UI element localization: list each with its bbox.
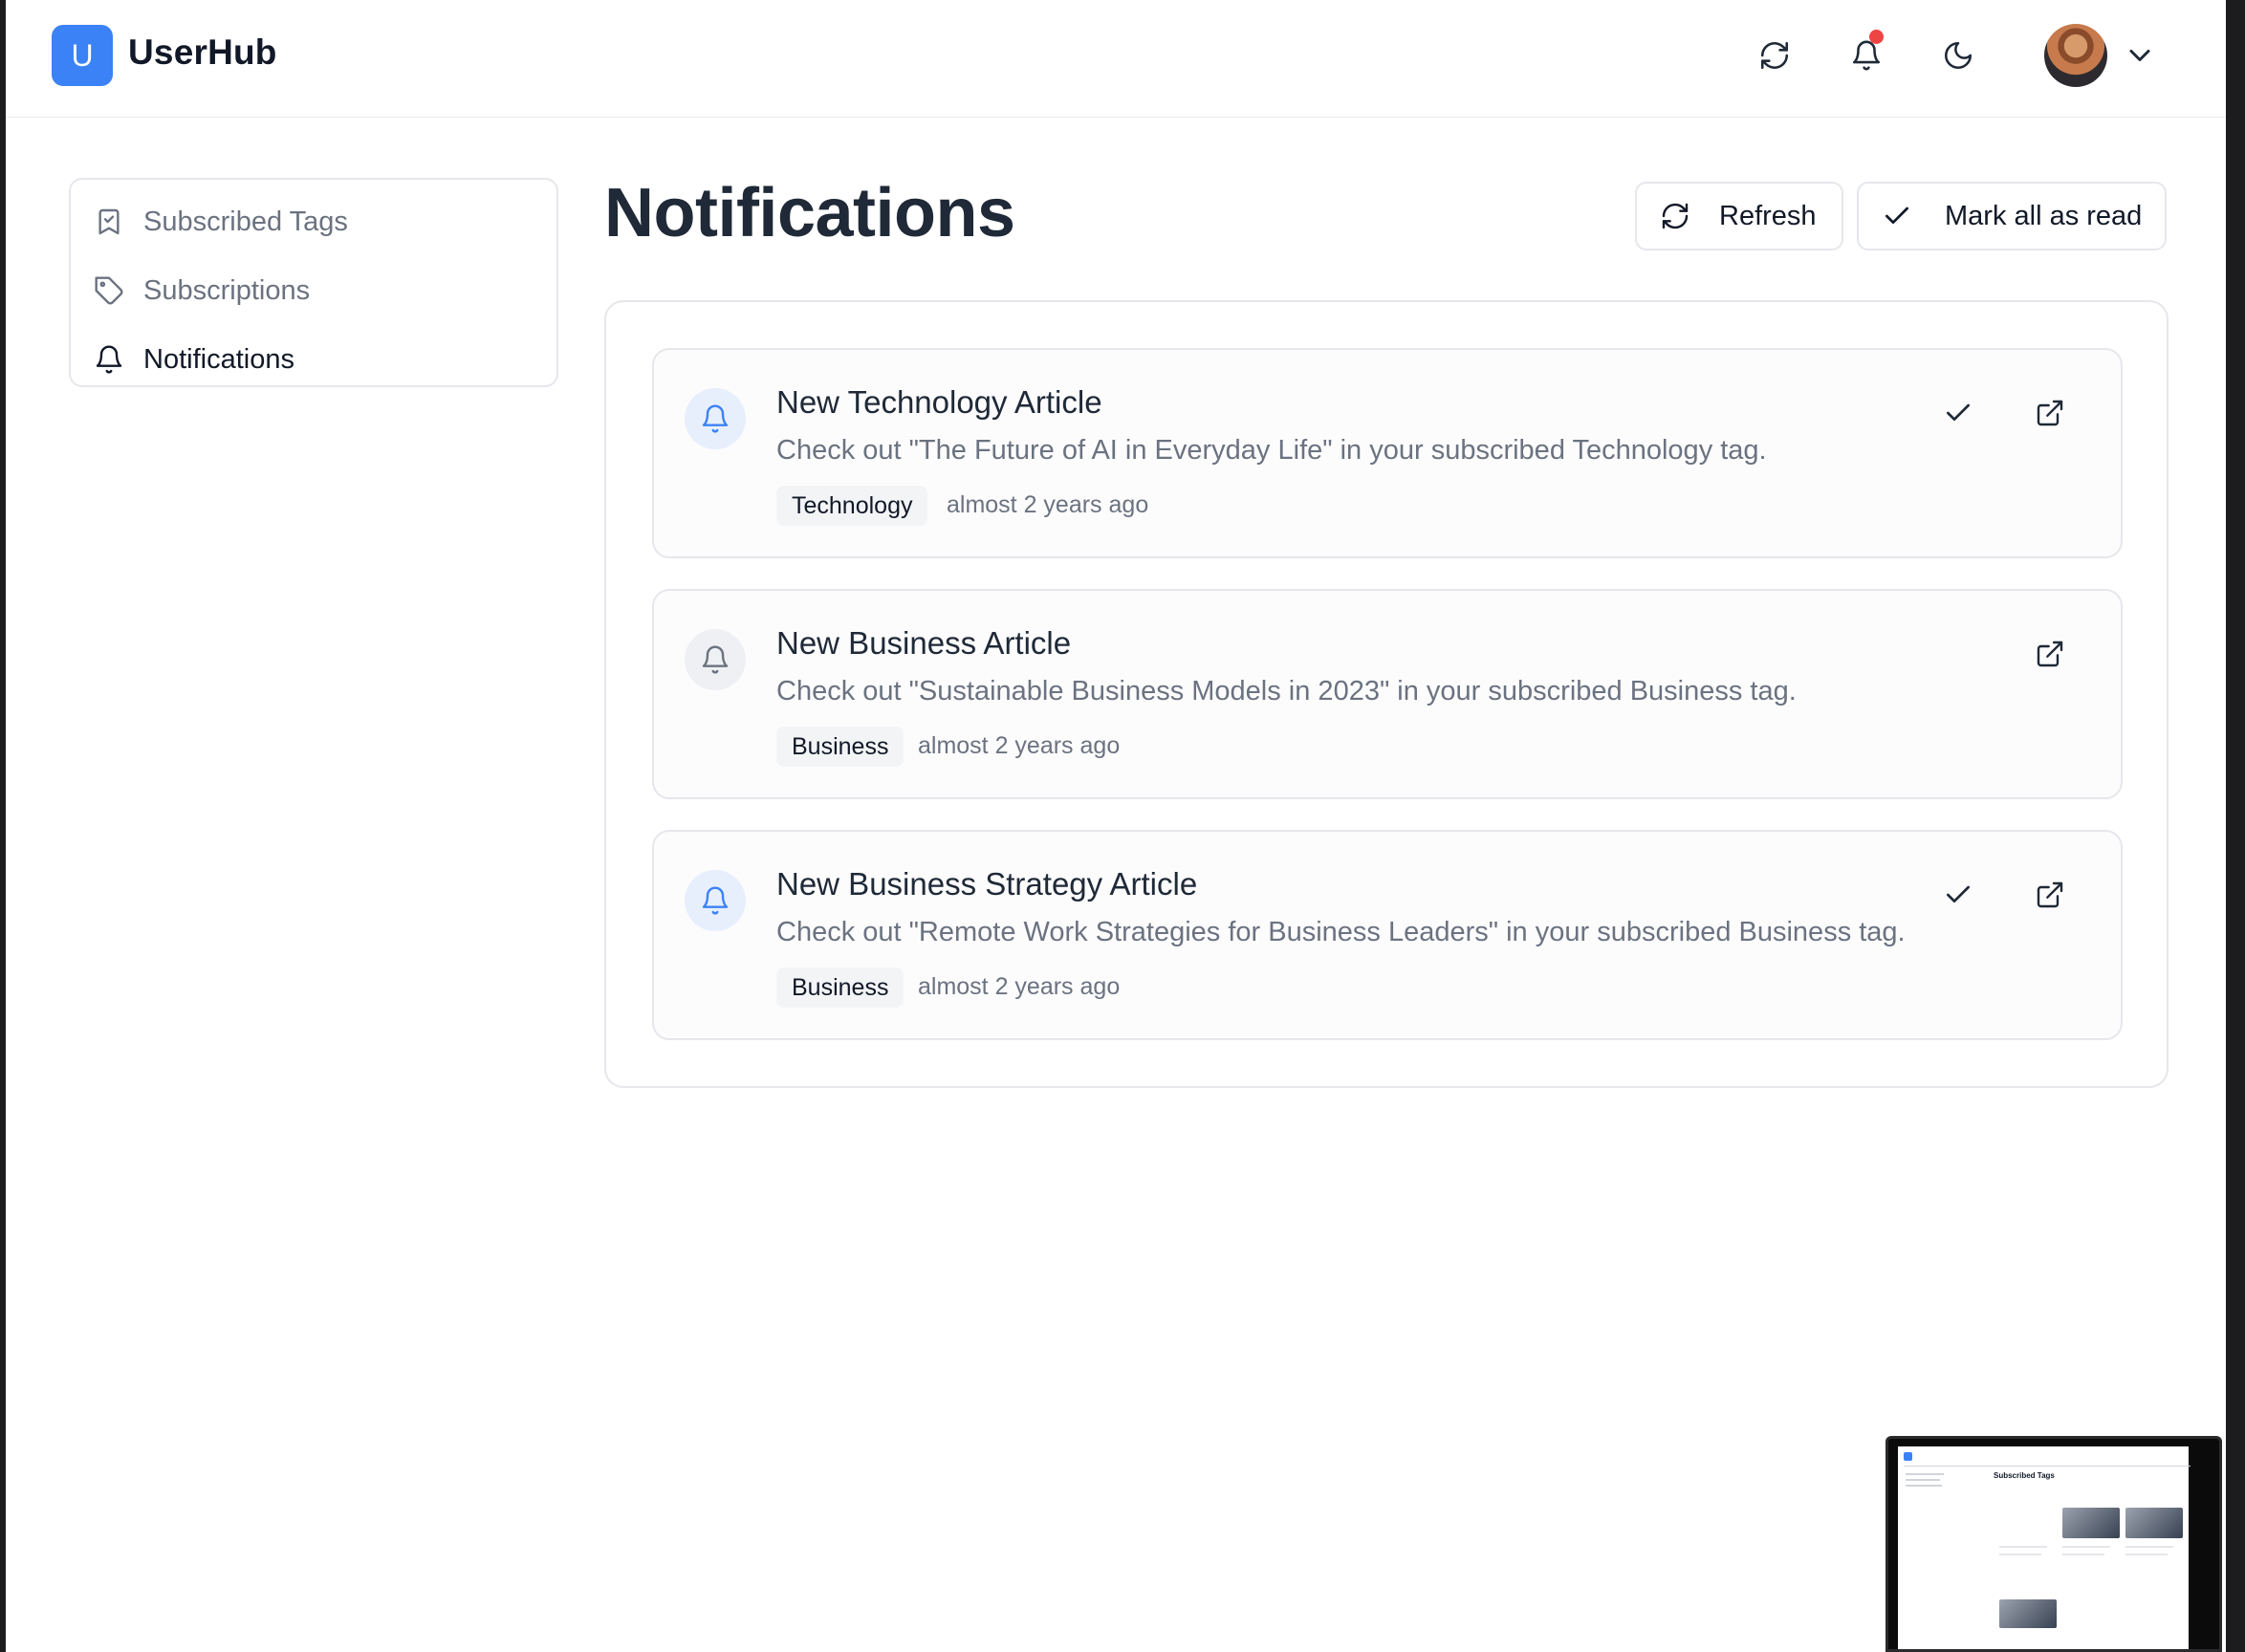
external-link-icon [2037, 881, 2063, 908]
notification-message: Check out "The Future of AI in Everyday … [776, 435, 1767, 466]
sidebar-item-notifications[interactable]: Notifications [71, 325, 556, 394]
check-icon [1947, 403, 1970, 421]
header-refresh-button[interactable] [1752, 33, 1798, 78]
refresh-button[interactable]: Refresh [1635, 182, 1843, 250]
header-notifications-button[interactable] [1843, 30, 1889, 78]
user-avatar[interactable] [2044, 24, 2107, 87]
app-logo[interactable]: U [52, 25, 113, 86]
tag-icon [94, 275, 124, 306]
external-link-icon [2037, 400, 2063, 426]
preview-card-text [2125, 1554, 2168, 1555]
bell-icon [1852, 40, 1881, 71]
preview-sidebar-line [1906, 1473, 1944, 1475]
notification-title: New Business Article [776, 625, 1072, 661]
notifications-list: New Technology Article Check out "The Fu… [604, 300, 2169, 1088]
window-preview-thumbnail[interactable]: Subscribed Tags [1885, 1436, 2222, 1652]
notification-time: almost 2 years ago [918, 732, 1121, 759]
sidebar-item-label: Subscriptions [143, 274, 311, 306]
mark-all-read-button[interactable]: Mark all as read [1857, 182, 2167, 250]
app-window: U UserHub Subscribed Tags Subscriptions … [6, 0, 2226, 1652]
check-icon [1947, 885, 1970, 902]
sidebar-item-subscribed-tags[interactable]: Subscribed Tags [71, 187, 556, 256]
bookmark-icon [94, 206, 124, 237]
preview-sidebar-line [1906, 1479, 1940, 1481]
top-header: U UserHub [6, 0, 2226, 118]
page-title: Notifications [604, 175, 1015, 251]
notification-tag: Business [776, 967, 905, 1008]
bell-icon [685, 629, 746, 690]
preview-page-title: Subscribed Tags [1994, 1471, 2055, 1480]
refresh-icon [1660, 201, 1690, 231]
mark-read-button[interactable] [1939, 394, 1977, 432]
notification-card[interactable]: New Business Strategy Article Check out … [652, 830, 2123, 1040]
refresh-icon [1760, 41, 1789, 70]
preview-card-image [2062, 1508, 2120, 1538]
moon-icon [1944, 41, 1973, 70]
theme-toggle-button[interactable] [1935, 33, 1981, 78]
external-link-icon [2037, 641, 2063, 667]
preview-screen: Subscribed Tags [1898, 1446, 2191, 1649]
sidebar-nav: Subscribed Tags Subscriptions Notificati… [69, 178, 558, 387]
preview-card-text [2062, 1546, 2110, 1548]
preview-card-text [2062, 1554, 2104, 1555]
notification-message: Check out "Remote Work Strategies for Bu… [776, 917, 1906, 947]
preview-card-text [1999, 1554, 2041, 1555]
chevron-down-icon [2129, 50, 2150, 61]
bell-icon [685, 870, 746, 931]
sidebar-item-subscriptions[interactable]: Subscriptions [71, 256, 556, 325]
check-icon [1882, 201, 1912, 231]
mark-all-read-label: Mark all as read [1945, 200, 2143, 231]
notification-title: New Business Strategy Article [776, 866, 1198, 902]
unread-indicator-dot [1869, 30, 1884, 44]
preview-logo [1904, 1452, 1912, 1461]
sidebar-item-label: Subscribed Tags [143, 206, 348, 237]
preview-divider [1904, 1466, 2191, 1467]
open-article-button[interactable] [2031, 635, 2069, 673]
preview-sidebar-line [1906, 1485, 1942, 1487]
notification-card[interactable]: New Business Article Check out "Sustaina… [652, 589, 2123, 799]
bell-icon [685, 388, 746, 449]
notification-time: almost 2 years ago [947, 491, 1149, 518]
preview-card-text [1999, 1546, 2047, 1548]
preview-card-image [2125, 1508, 2183, 1538]
open-article-button[interactable] [2031, 394, 2069, 432]
notification-message: Check out "Sustainable Business Models i… [776, 676, 1797, 706]
open-article-button[interactable] [2031, 876, 2069, 914]
preview-card-image [1999, 1599, 2057, 1628]
user-menu-toggle[interactable] [2123, 38, 2157, 73]
notification-time: almost 2 years ago [918, 973, 1121, 1000]
mark-read-button[interactable] [1939, 876, 1977, 914]
sidebar-item-label: Notifications [143, 343, 294, 375]
notification-title: New Technology Article [776, 384, 1102, 420]
bell-icon [94, 344, 124, 375]
preview-card-text [2125, 1546, 2173, 1548]
notification-tag: Business [776, 727, 905, 767]
app-name[interactable]: UserHub [128, 33, 277, 73]
refresh-button-label: Refresh [1719, 200, 1817, 231]
notification-tag: Technology [776, 486, 928, 526]
notification-card[interactable]: New Technology Article Check out "The Fu… [652, 348, 2123, 558]
